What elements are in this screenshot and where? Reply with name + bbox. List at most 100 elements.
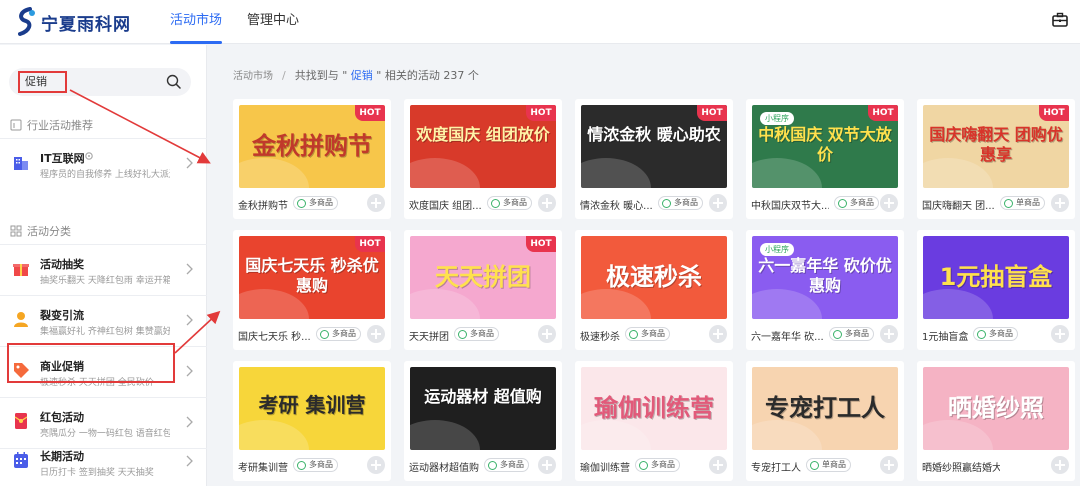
product-type-badge: 单商品 xyxy=(806,458,851,472)
result-keyword: 促销 xyxy=(350,69,373,82)
activity-card[interactable]: 金秋拼购节 HOT 金秋拼购节 多商品 xyxy=(233,99,391,219)
add-activity-button[interactable] xyxy=(1051,325,1069,343)
result-prefix: 共找到与 " xyxy=(294,69,351,82)
activity-card[interactable]: 国庆嗨翻天 团购优惠享 HOT 国庆嗨翻天 团... 单商品 xyxy=(917,99,1075,219)
activity-title: 瑜伽训练营 xyxy=(580,463,630,474)
search-input[interactable]: 促销 xyxy=(9,68,191,96)
sidebar-item-long-term[interactable]: 长期活动 日历打卡 签到抽奖 天天抽奖 xyxy=(0,437,207,486)
poster-title: 瑜伽训练营 xyxy=(594,394,714,422)
activity-card[interactable]: 情浓金秋 暖心助农 HOT 情浓金秋 暖心... 多商品 xyxy=(575,99,733,219)
search-icon[interactable] xyxy=(166,74,181,89)
poster-title: 运动器材 超值购 xyxy=(424,387,542,406)
add-activity-button[interactable] xyxy=(538,325,556,343)
activity-card[interactable]: 六一嘉年华 砍价优惠购 小程序 六一嘉年华 砍... 多商品 xyxy=(746,230,904,350)
poster-title: 六一嘉年华 砍价优惠购 xyxy=(758,256,892,295)
activity-card[interactable]: 欢度国庆 组团放价 HOT 欢度国庆 组团... 多商品 xyxy=(404,99,562,219)
breadcrumb-root[interactable]: 活动市场 xyxy=(233,71,273,82)
add-activity-button[interactable] xyxy=(880,456,898,474)
tab-management-center[interactable]: 管理中心 xyxy=(247,0,299,44)
activity-poster[interactable]: 国庆嗨翻天 团购优惠享 HOT xyxy=(923,105,1069,188)
mini-program-badge: 小程序 xyxy=(760,112,794,125)
poster-title: 金秋拼购节 xyxy=(252,132,372,160)
add-activity-button[interactable] xyxy=(709,194,727,212)
activity-card[interactable]: 专宠打工人 专宠打工人 单商品 xyxy=(746,361,904,481)
product-type-badge: 多商品 xyxy=(834,196,879,210)
add-activity-button[interactable] xyxy=(709,325,727,343)
tab-activity-market[interactable]: 活动市场 xyxy=(170,0,223,44)
poster-decoration xyxy=(410,289,480,319)
sidebar: 促销 行业活动推荐 IT互联网 程序员的自我修养 上线好礼大派送 活动分类 活动… xyxy=(0,45,207,486)
activity-poster[interactable]: 考研 集训营 xyxy=(239,367,385,450)
search-value[interactable]: 促销 xyxy=(18,71,67,93)
activity-title: 极速秒杀 xyxy=(580,332,620,343)
hot-badge: HOT xyxy=(355,236,385,252)
sidebar-item-title: 红包活动 xyxy=(40,411,84,424)
building-icon xyxy=(14,157,28,170)
chevron-right-icon xyxy=(186,157,193,169)
add-activity-button[interactable] xyxy=(367,325,385,343)
recommend-icon xyxy=(10,119,22,131)
add-activity-button[interactable] xyxy=(709,456,727,474)
activity-card[interactable]: 天天拼团 HOT 天天拼团多商品 xyxy=(404,230,562,350)
activity-poster[interactable]: 国庆七天乐 秒杀优惠购 HOT xyxy=(239,236,385,319)
add-activity-button[interactable] xyxy=(367,194,385,212)
poster-title: 欢度国庆 组团放价 xyxy=(416,125,550,144)
activity-poster[interactable]: 中秋国庆 双节大放价 小程序 HOT xyxy=(752,105,898,188)
sidebar-item-title: 裂变引流 xyxy=(40,309,84,322)
sidebar-item-title: 活动抽奖 xyxy=(40,258,84,271)
sidebar-item-promotion[interactable]: 商业促销 极速秒杀 天天拼团 全民砍价 xyxy=(0,347,207,397)
activity-poster[interactable]: 运动器材 超值购 xyxy=(410,367,556,450)
activity-title: 1元抽盲盒 xyxy=(922,332,969,343)
sidebar-item-title: IT互联网 xyxy=(40,152,85,165)
activity-poster[interactable]: 晒婚纱照 xyxy=(923,367,1069,450)
activity-poster[interactable]: 1元抽盲盒 xyxy=(923,236,1069,319)
add-activity-button[interactable] xyxy=(538,456,556,474)
top-header: 宁夏雨科网 活动市场 管理中心 xyxy=(0,0,1080,44)
activity-card[interactable]: 中秋国庆 双节大放价 小程序 HOT 中秋国庆双节大... 多商品 xyxy=(746,99,904,219)
poster-decoration xyxy=(410,158,480,188)
activity-poster[interactable]: 欢度国庆 组团放价 HOT xyxy=(410,105,556,188)
product-type-badge: 多商品 xyxy=(973,327,1018,341)
section-title-text: 行业活动推荐 xyxy=(27,119,93,132)
activity-poster[interactable]: 天天拼团 HOT xyxy=(410,236,556,319)
activity-card[interactable]: 国庆七天乐 秒杀优惠购 HOT 国庆七天乐 秒... 多商品 xyxy=(233,230,391,350)
product-type-badge: 多商品 xyxy=(316,327,361,341)
add-activity-button[interactable] xyxy=(538,194,556,212)
briefcase-icon[interactable] xyxy=(1052,12,1068,28)
activity-poster[interactable]: 情浓金秋 暖心助农 HOT xyxy=(581,105,727,188)
activity-card[interactable]: 瑜伽训练营 瑜伽训练营 多商品 xyxy=(575,361,733,481)
sidebar-item-fission[interactable]: 裂变引流 集福赢好礼 齐神红包树 集赞赢好礼 xyxy=(0,296,207,346)
add-activity-button[interactable] xyxy=(880,194,898,212)
product-type-badge: 多商品 xyxy=(454,327,499,341)
tag-icon xyxy=(14,363,29,378)
poster-title: 专宠打工人 xyxy=(765,394,885,422)
red-envelope-icon xyxy=(14,413,28,429)
poster-title: 1元抽盲盒 xyxy=(939,263,1053,291)
poster-title: 天天拼团 xyxy=(435,263,531,291)
activity-card[interactable]: 运动器材 超值购 运动器材超值购 多商品 xyxy=(404,361,562,481)
add-activity-button[interactable] xyxy=(880,325,898,343)
sidebar-item-it-internet[interactable]: IT互联网 程序员的自我修养 上线好礼大派送 xyxy=(0,139,207,189)
activity-poster[interactable]: 专宠打工人 xyxy=(752,367,898,450)
logo-mark-icon xyxy=(18,7,35,36)
activity-poster[interactable]: 金秋拼购节 HOT xyxy=(239,105,385,188)
activity-card[interactable]: 极速秒杀 极速秒杀 多商品 xyxy=(575,230,733,350)
activity-card[interactable]: 晒婚纱照晒婚纱照赢结婚大礼 xyxy=(917,361,1075,481)
hot-badge: HOT xyxy=(1039,105,1069,121)
add-activity-button[interactable] xyxy=(367,456,385,474)
activity-title: 欢度国庆 组团... xyxy=(409,201,482,212)
activity-title: 情浓金秋 暖心... xyxy=(580,201,653,212)
sidebar-item-lottery[interactable]: 活动抽奖 抽奖乐翻天 天降红包雨 幸运开箱 xyxy=(0,245,207,295)
logo-text: 宁夏雨科网 xyxy=(41,14,131,35)
activity-poster[interactable]: 极速秒杀 xyxy=(581,236,727,319)
add-activity-button[interactable] xyxy=(1051,456,1069,474)
activity-poster[interactable]: 六一嘉年华 砍价优惠购 小程序 xyxy=(752,236,898,319)
poster-title: 晒婚纱照 xyxy=(948,394,1044,422)
sidebar-item-title: 长期活动 xyxy=(40,450,84,463)
activity-poster[interactable]: 瑜伽训练营 xyxy=(581,367,727,450)
logo[interactable]: 宁夏雨科网 xyxy=(14,6,131,38)
add-activity-button[interactable] xyxy=(1051,194,1069,212)
breadcrumb-separator: / xyxy=(282,69,286,82)
activity-card[interactable]: 1元抽盲盒 1元抽盲盒 多商品 xyxy=(917,230,1075,350)
activity-card[interactable]: 考研 集训营 考研集训营 多商品 xyxy=(233,361,391,481)
